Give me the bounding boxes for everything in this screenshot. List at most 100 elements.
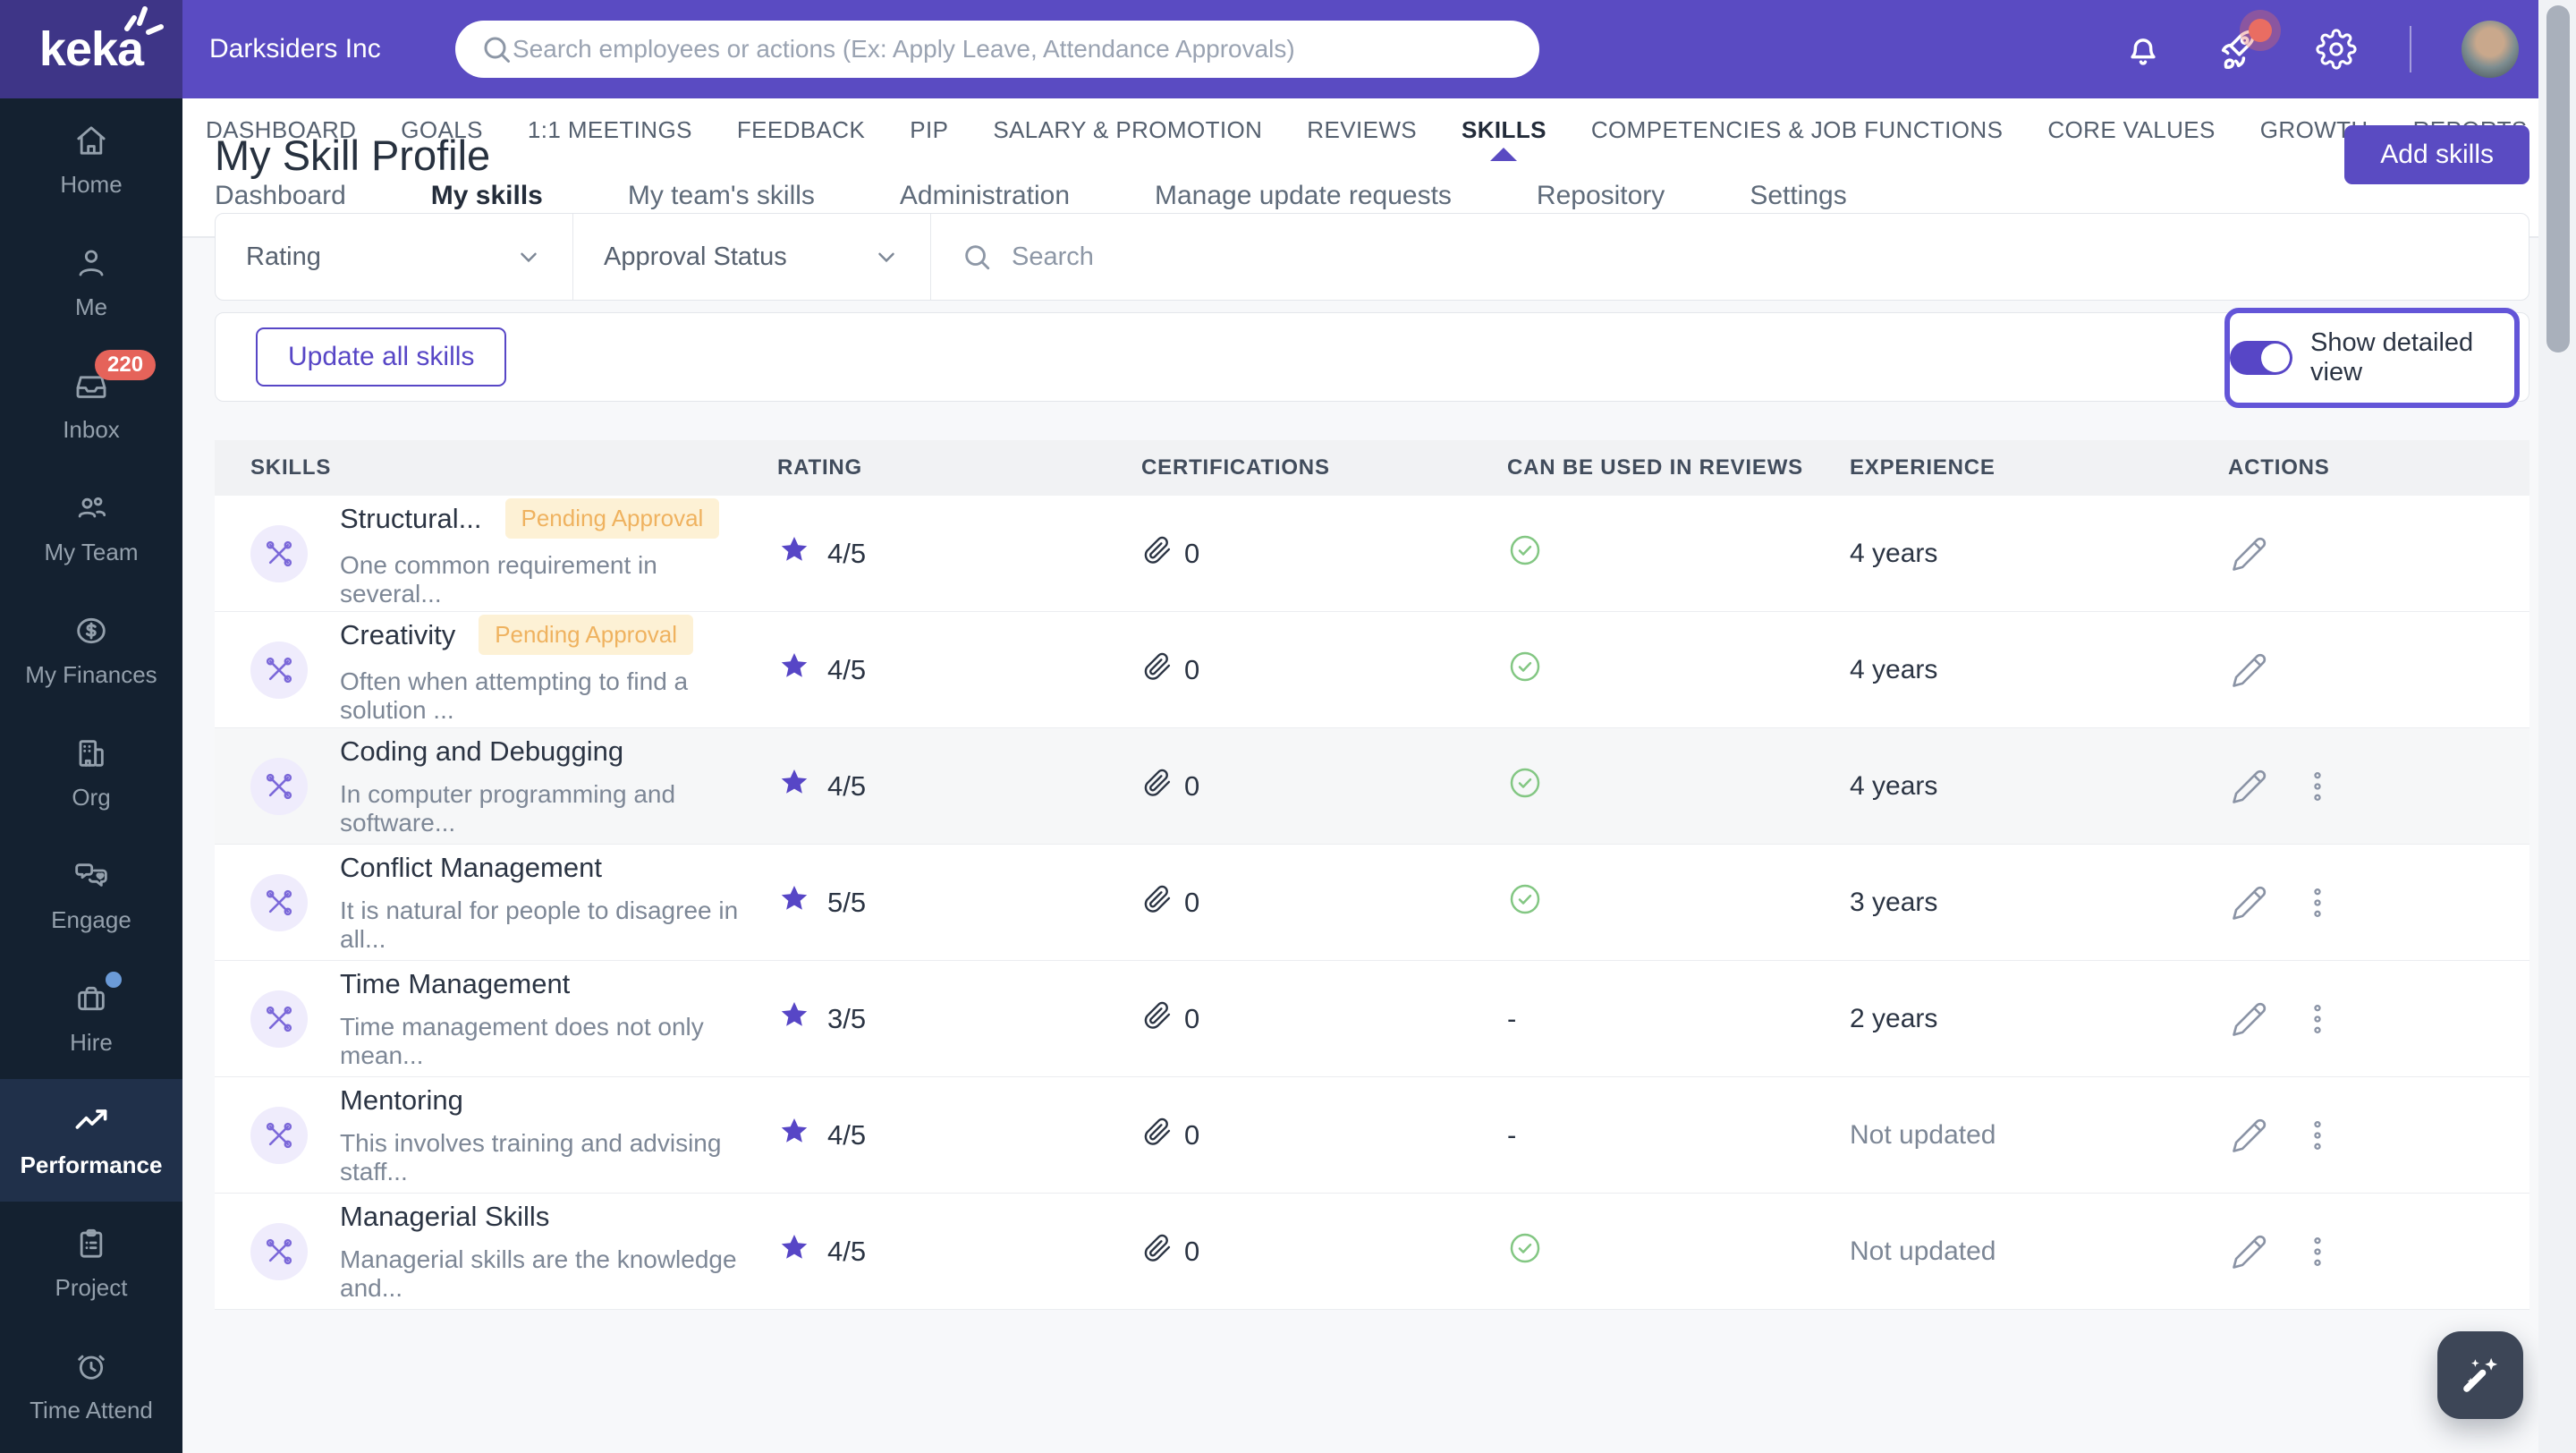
- approval-status-filter-dropdown[interactable]: Approval Status: [573, 214, 931, 300]
- sidebar-item-my-team[interactable]: My Team: [0, 466, 182, 589]
- rating-star-icon: [777, 650, 811, 691]
- check-circle-icon: [1507, 768, 1543, 807]
- experience-value: 4 years: [1850, 654, 1938, 684]
- performance-icon: [72, 1101, 111, 1141]
- table-row[interactable]: Managerial Skills Managerial skills are t…: [215, 1194, 2529, 1310]
- rating-filter-label: Rating: [246, 242, 321, 271]
- top-bar: keka Darksiders Inc: [0, 0, 2576, 98]
- skill-name: Conflict Management: [340, 851, 602, 883]
- detailed-view-toggle-label: Show detailed view: [2310, 328, 2474, 387]
- company-name[interactable]: Darksiders Inc: [209, 34, 381, 64]
- sidebar-item-performance[interactable]: Performance: [0, 1079, 182, 1202]
- table-row[interactable]: Creativity Pending Approval Often when att…: [215, 612, 2529, 728]
- sidebar-item-hire[interactable]: Hire: [0, 956, 182, 1079]
- sidebar-item-label: Me: [74, 293, 108, 320]
- page-scrollbar[interactable]: [2538, 0, 2576, 1453]
- sidebar-item-engage[interactable]: Engage: [0, 834, 182, 956]
- edit-skill-pencil-icon[interactable]: [2228, 649, 2271, 692]
- paperclip-icon: [1141, 534, 1174, 574]
- paperclip-icon: [1141, 1232, 1174, 1271]
- edit-skill-pencil-icon[interactable]: [2228, 532, 2271, 575]
- skill-name: Time Management: [340, 967, 571, 999]
- rating-value: 5/5: [827, 886, 867, 918]
- table-row[interactable]: Coding and Debugging In computer programm…: [215, 728, 2529, 845]
- ai-assistant-wand-button[interactable]: [2437, 1331, 2523, 1419]
- skill-description: One common requirement in several...: [340, 551, 657, 608]
- scrollbar-thumb[interactable]: [2546, 5, 2570, 353]
- table-row[interactable]: Structural... Pending Approval One common …: [215, 496, 2529, 612]
- certifications-count: 0: [1184, 1235, 1200, 1267]
- paperclip-icon: [1141, 767, 1174, 806]
- rating-value: 4/5: [827, 537, 867, 569]
- row-kebab-menu-icon[interactable]: [2296, 1230, 2339, 1273]
- user-avatar[interactable]: [2462, 21, 2519, 78]
- rating-filter-dropdown[interactable]: Rating: [216, 214, 573, 300]
- rating-star-icon: [777, 998, 811, 1040]
- certifications-count: 0: [1184, 886, 1200, 918]
- update-all-skills-button[interactable]: Update all skills: [256, 327, 507, 387]
- not-applicable-dash: -: [1507, 1118, 1517, 1151]
- edit-skill-pencil-icon[interactable]: [2228, 881, 2271, 924]
- experience-value: Not updated: [1850, 1119, 1996, 1150]
- check-circle-icon: [1507, 535, 1543, 574]
- edit-skill-pencil-icon[interactable]: [2228, 1230, 2271, 1273]
- skill-description: This involves training and advising staf…: [340, 1128, 722, 1185]
- skills-search-input[interactable]: [1012, 242, 2498, 272]
- project-icon: [72, 1224, 111, 1263]
- skill-tools-icon: [250, 641, 308, 699]
- sidebar-item-org[interactable]: Org: [0, 711, 182, 834]
- rocket-alert-dot: [2249, 19, 2272, 42]
- magic-wand-icon: [2463, 1357, 2498, 1392]
- skill-name: Coding and Debugging: [340, 735, 624, 767]
- sidebar-item-home[interactable]: Home: [0, 98, 182, 221]
- experience-value: 4 years: [1850, 770, 1938, 801]
- table-row[interactable]: Conflict Management It is natural for peo…: [215, 845, 2529, 961]
- search-icon: [484, 37, 510, 63]
- toggle-knob: [2261, 344, 2290, 372]
- sidebar-item-inbox[interactable]: 220 Inbox: [0, 344, 182, 466]
- sidebar-item-project[interactable]: Project: [0, 1202, 182, 1324]
- row-kebab-menu-icon[interactable]: [2296, 765, 2339, 808]
- certifications-count: 0: [1184, 769, 1200, 802]
- sidebar-item-label: Org: [72, 784, 111, 811]
- table-row[interactable]: Mentoring This involves training and advi…: [215, 1077, 2529, 1194]
- whats-new-rocket-icon[interactable]: [2216, 19, 2272, 72]
- rating-star-icon: [777, 882, 811, 923]
- add-skills-button[interactable]: Add skills: [2344, 125, 2529, 184]
- column-header-actions: ACTIONS: [2228, 455, 2330, 480]
- notifications-bell-icon[interactable]: [2120, 26, 2166, 72]
- approval-status-filter-label: Approval Status: [604, 242, 787, 271]
- column-header-skills: SKILLS: [250, 455, 332, 480]
- skill-name: Creativity: [340, 618, 456, 650]
- row-kebab-menu-icon[interactable]: [2296, 1114, 2339, 1157]
- sidebar-item-label: My Finances: [25, 661, 157, 688]
- sidebar-item-label: Inbox: [63, 416, 120, 443]
- global-search[interactable]: [455, 21, 1539, 78]
- sidebar-item-me[interactable]: Me: [0, 221, 182, 344]
- skill-name: Mentoring: [340, 1083, 463, 1116]
- table-row[interactable]: Time Management Time management does not …: [215, 961, 2529, 1077]
- row-kebab-menu-icon[interactable]: [2296, 998, 2339, 1041]
- sidebar-item-time-attend[interactable]: Time Attend: [0, 1324, 182, 1447]
- sidebar-item-my-finances[interactable]: My Finances: [0, 589, 182, 711]
- skill-tools-icon: [250, 1222, 308, 1280]
- edit-skill-pencil-icon[interactable]: [2228, 1114, 2271, 1157]
- skills-search[interactable]: [931, 214, 2529, 300]
- global-search-input[interactable]: [513, 35, 1514, 64]
- hire-icon: [72, 972, 122, 1018]
- check-circle-icon: [1507, 884, 1543, 923]
- row-kebab-menu-icon[interactable]: [2296, 881, 2339, 924]
- engage-icon: [72, 856, 111, 896]
- experience-value: 2 years: [1850, 1003, 1938, 1033]
- org-icon: [72, 734, 111, 773]
- paperclip-icon: [1141, 883, 1174, 922]
- clock-icon: [72, 1347, 111, 1386]
- edit-skill-pencil-icon[interactable]: [2228, 998, 2271, 1041]
- settings-gear-icon[interactable]: [2313, 26, 2360, 72]
- check-circle-icon: [1507, 651, 1543, 691]
- rating-value: 3/5: [827, 1002, 867, 1034]
- detailed-view-toggle[interactable]: [2230, 341, 2292, 375]
- keka-logo[interactable]: keka: [0, 0, 182, 98]
- edit-skill-pencil-icon[interactable]: [2228, 765, 2271, 808]
- pending-approval-badge: Pending Approval: [479, 615, 694, 655]
